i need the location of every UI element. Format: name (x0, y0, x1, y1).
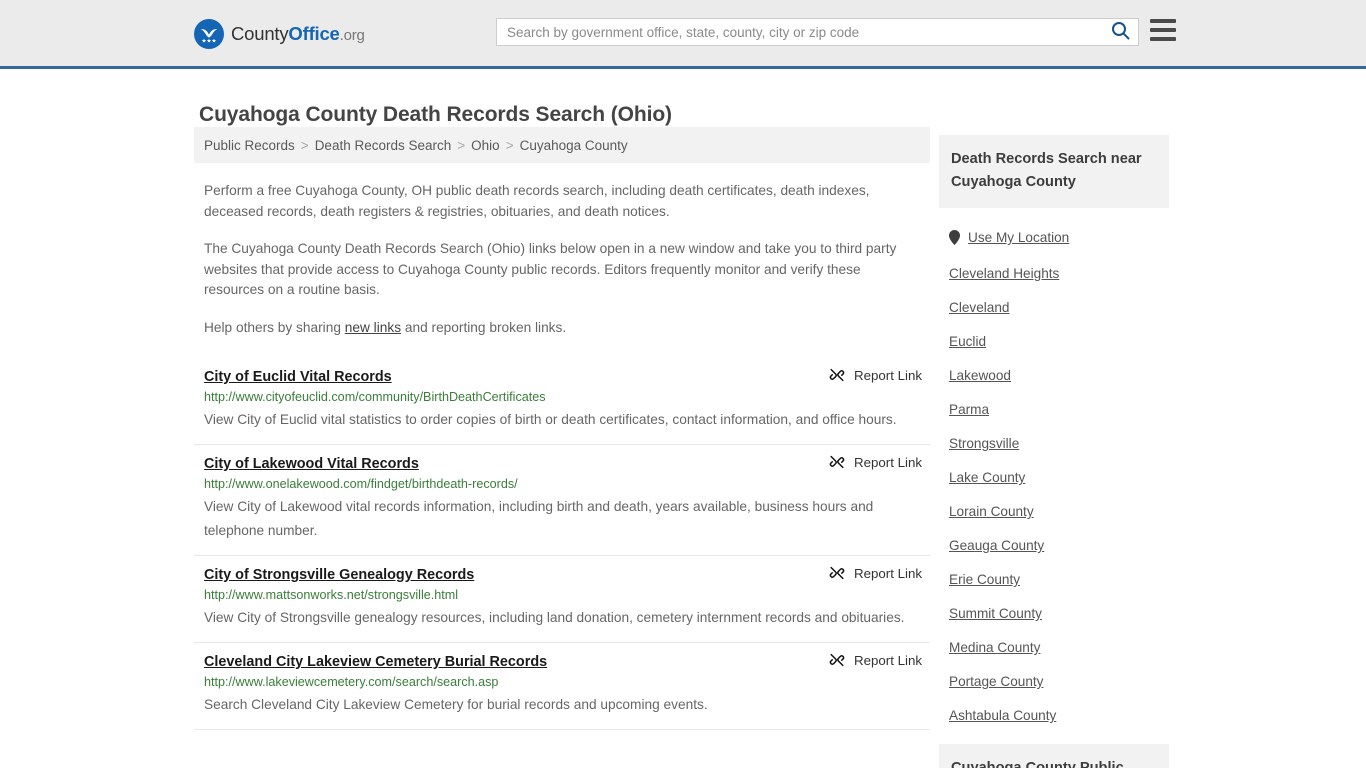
sidebar-nearby-euclid[interactable]: Euclid (949, 316, 1159, 350)
sidebar-nearby-lorain-county[interactable]: Lorain County (949, 486, 1159, 520)
search-button[interactable] (1102, 19, 1138, 45)
result-title-link[interactable]: City of Strongsville Genealogy Records (204, 567, 474, 583)
broken-link-icon (829, 565, 845, 581)
result-title-link[interactable]: City of Euclid Vital Records (204, 369, 392, 385)
new-links-link[interactable]: new links (345, 320, 401, 335)
search-bar[interactable] (496, 18, 1139, 46)
site-header: CountyOffice.org (0, 0, 1366, 69)
nearby-searches-panel: Death Records Search near Cuyahoga Count… (939, 135, 1169, 724)
intro-3-after: and reporting broken links. (401, 319, 567, 335)
logo-text-county: County (231, 22, 289, 44)
report-link-button[interactable]: Report Link (829, 454, 922, 470)
sidebar-nearby-cleveland[interactable]: Cleveland (949, 282, 1159, 316)
result-title-link[interactable]: City of Lakewood Vital Records (204, 456, 419, 472)
broken-link-icon (829, 652, 845, 668)
sidebar-panel-title: Death Records Search near Cuyahoga Count… (939, 135, 1169, 208)
result-item: Cleveland City Lakeview Cemetery Burial … (194, 643, 930, 730)
search-input[interactable] (497, 19, 1102, 45)
map-pin-icon (949, 230, 960, 245)
intro-3-before: Help others by sharing (204, 319, 345, 335)
sidebar-nearby-parma[interactable]: Parma (949, 384, 1159, 418)
results-list: City of Euclid Vital Records http://www.… (194, 358, 930, 730)
sidebar-nearby-ashtabula-county[interactable]: Ashtabula County (949, 690, 1159, 724)
hamburger-bar-1 (1150, 19, 1176, 23)
breadcrumb: Public Records > Death Records Search > … (194, 127, 930, 163)
breadcrumb-separator-1: > (300, 137, 309, 153)
report-link-button[interactable]: Report Link (829, 565, 922, 581)
result-item: City of Euclid Vital Records http://www.… (194, 358, 930, 445)
report-link-label: Report Link (854, 565, 922, 581)
county-public-records-panel: Cuyahoga County Public (939, 744, 1169, 768)
use-my-location-link[interactable]: Use My Location (968, 230, 1069, 245)
intro-paragraph-2: The Cuyahoga County Death Records Search… (204, 241, 897, 297)
sidebar-nearby-summit-county[interactable]: Summit County (949, 588, 1159, 622)
result-item: City of Strongsville Genealogy Records h… (194, 556, 930, 643)
result-url: http://www.onelakewood.com/findget/birth… (204, 477, 518, 491)
main-content: Public Records > Death Records Search > … (194, 127, 930, 730)
hamburger-bar-2 (1150, 28, 1176, 32)
page-title: Cuyahoga County Death Records Search (Oh… (199, 103, 672, 127)
result-description: View City of Lakewood vital records info… (204, 499, 874, 538)
logo-text-org: .org (339, 26, 365, 44)
breadcrumb-separator-2: > (457, 137, 466, 153)
sidebar-nearby-geauga-county[interactable]: Geauga County (949, 520, 1159, 554)
hamburger-menu-button[interactable] (1150, 19, 1176, 41)
county-office-emblem-icon (194, 19, 224, 49)
sidebar-nearby-strongsville[interactable]: Strongsville (949, 418, 1159, 452)
sidebar-nearby-portage-county[interactable]: Portage County (949, 656, 1159, 690)
report-link-label: Report Link (854, 367, 922, 383)
result-title-link[interactable]: Cleveland City Lakeview Cemetery Burial … (204, 654, 547, 670)
report-link-label: Report Link (854, 652, 922, 668)
sidebar-nearby-cleveland-heights[interactable]: Cleveland Heights (949, 248, 1159, 282)
breadcrumb-item-death-records-search[interactable]: Death Records Search (315, 138, 452, 153)
breadcrumb-item-public-records[interactable]: Public Records (204, 138, 295, 153)
breadcrumb-separator-3: > (505, 137, 514, 153)
result-url: http://www.mattsonworks.net/strongsville… (204, 588, 459, 602)
logo-text-office: Office (288, 22, 340, 44)
result-description: View City of Euclid vital statistics to … (204, 412, 897, 427)
search-icon (1111, 21, 1130, 43)
site-logo[interactable]: CountyOffice.org (194, 19, 365, 49)
result-item: City of Lakewood Vital Records http://ww… (194, 445, 930, 556)
use-my-location-row[interactable]: Use My Location (949, 208, 1159, 248)
breadcrumb-item-cuyahoga-county: Cuyahoga County (519, 137, 628, 153)
result-description: View City of Strongsville genealogy reso… (204, 610, 905, 625)
sidebar-nearby-medina-county[interactable]: Medina County (949, 622, 1159, 656)
sidebar-nearby-erie-county[interactable]: Erie County (949, 554, 1159, 588)
result-url: http://www.lakeviewcemetery.com/search/s… (204, 675, 499, 689)
site-logo-text: CountyOffice.org (231, 22, 365, 44)
sidebar-panel2-title: Cuyahoga County Public (939, 744, 1169, 768)
report-link-button[interactable]: Report Link (829, 652, 922, 668)
result-url: http://www.cityofeuclid.com/community/Bi… (204, 390, 546, 404)
hamburger-bar-3 (1150, 37, 1176, 41)
sidebar: Death Records Search near Cuyahoga Count… (939, 135, 1169, 768)
report-link-label: Report Link (854, 454, 922, 470)
broken-link-icon (829, 454, 845, 470)
result-description: Search Cleveland City Lakeview Cemetery … (204, 697, 708, 712)
report-link-button[interactable]: Report Link (829, 367, 922, 383)
broken-link-icon (829, 367, 845, 383)
intro-paragraph-1: Perform a free Cuyahoga County, OH publi… (204, 183, 870, 219)
breadcrumb-item-ohio[interactable]: Ohio (471, 138, 500, 153)
sidebar-nearby-lake-county[interactable]: Lake County (949, 452, 1159, 486)
intro-paragraph-3: Help others by sharing new links and rep… (194, 318, 930, 339)
sidebar-panel-body: Use My Location Cleveland Heights Clevel… (939, 208, 1169, 724)
sidebar-nearby-lakewood[interactable]: Lakewood (949, 350, 1159, 384)
